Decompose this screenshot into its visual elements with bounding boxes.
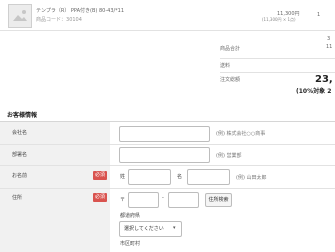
totals-fragment-top: 3 — [327, 36, 331, 42]
name-label: お名前 — [12, 173, 28, 179]
product-name[interactable]: テンプラ（R） PPA付き(B) 80-43/*11 — [36, 7, 124, 14]
department-input[interactable] — [119, 147, 210, 163]
product-thumbnail[interactable] — [8, 4, 32, 28]
prefecture-label: 都道府県 — [120, 213, 141, 219]
surname-input[interactable] — [128, 169, 171, 185]
given-prefix: 名 — [177, 174, 183, 180]
zip-second-input[interactable] — [168, 192, 199, 208]
product-code-label: 商品コード： — [36, 17, 67, 23]
given-name-input[interactable] — [187, 169, 230, 185]
company-label: 会社名 — [12, 130, 28, 136]
address-required-badge: 必須 — [93, 193, 108, 202]
address-label: 住所 — [12, 195, 23, 201]
company-input[interactable] — [119, 126, 210, 142]
zip-first-input[interactable] — [128, 192, 159, 208]
name-hint: (例) 山田太郎 — [236, 175, 267, 181]
company-hint: (例) 株式会社○○商事 — [216, 131, 266, 137]
product-code: 商品コード：30104 — [36, 16, 82, 23]
total-label: 注文総額 — [220, 77, 241, 83]
zip-prefix: 〒 — [120, 197, 126, 203]
name-required-badge: 必須 — [93, 171, 108, 180]
shipping-label: 送料 — [220, 63, 231, 69]
section-title: お客様情報 — [7, 112, 38, 119]
image-placeholder-icon — [9, 5, 31, 27]
total-value: 23, — [315, 74, 333, 85]
department-hint: (例) 営業部 — [216, 153, 242, 159]
department-label: 部署名 — [12, 152, 28, 158]
surname-prefix: 姓 — [120, 174, 126, 180]
city-label: 市区町村 — [120, 241, 141, 247]
product-code-value: 30104 — [66, 17, 82, 23]
subtotal-label: 商品合計 — [220, 46, 241, 52]
prefecture-select[interactable]: 選択してください ▾ — [119, 221, 182, 237]
chevron-down-icon: ▾ — [173, 225, 176, 231]
product-price-detail: (11,300円 × 1点) — [262, 17, 296, 22]
product-price: 11,300円 — [277, 11, 300, 17]
product-quantity: 1 — [317, 12, 321, 18]
subtotal-value: 11 — [326, 44, 333, 50]
tax-note: (10%対象 2 — [296, 88, 332, 95]
prefecture-select-value: 選択してください — [124, 226, 164, 232]
zip-separator: - — [162, 195, 164, 201]
zip-search-button[interactable]: 住所検索 — [205, 193, 232, 207]
